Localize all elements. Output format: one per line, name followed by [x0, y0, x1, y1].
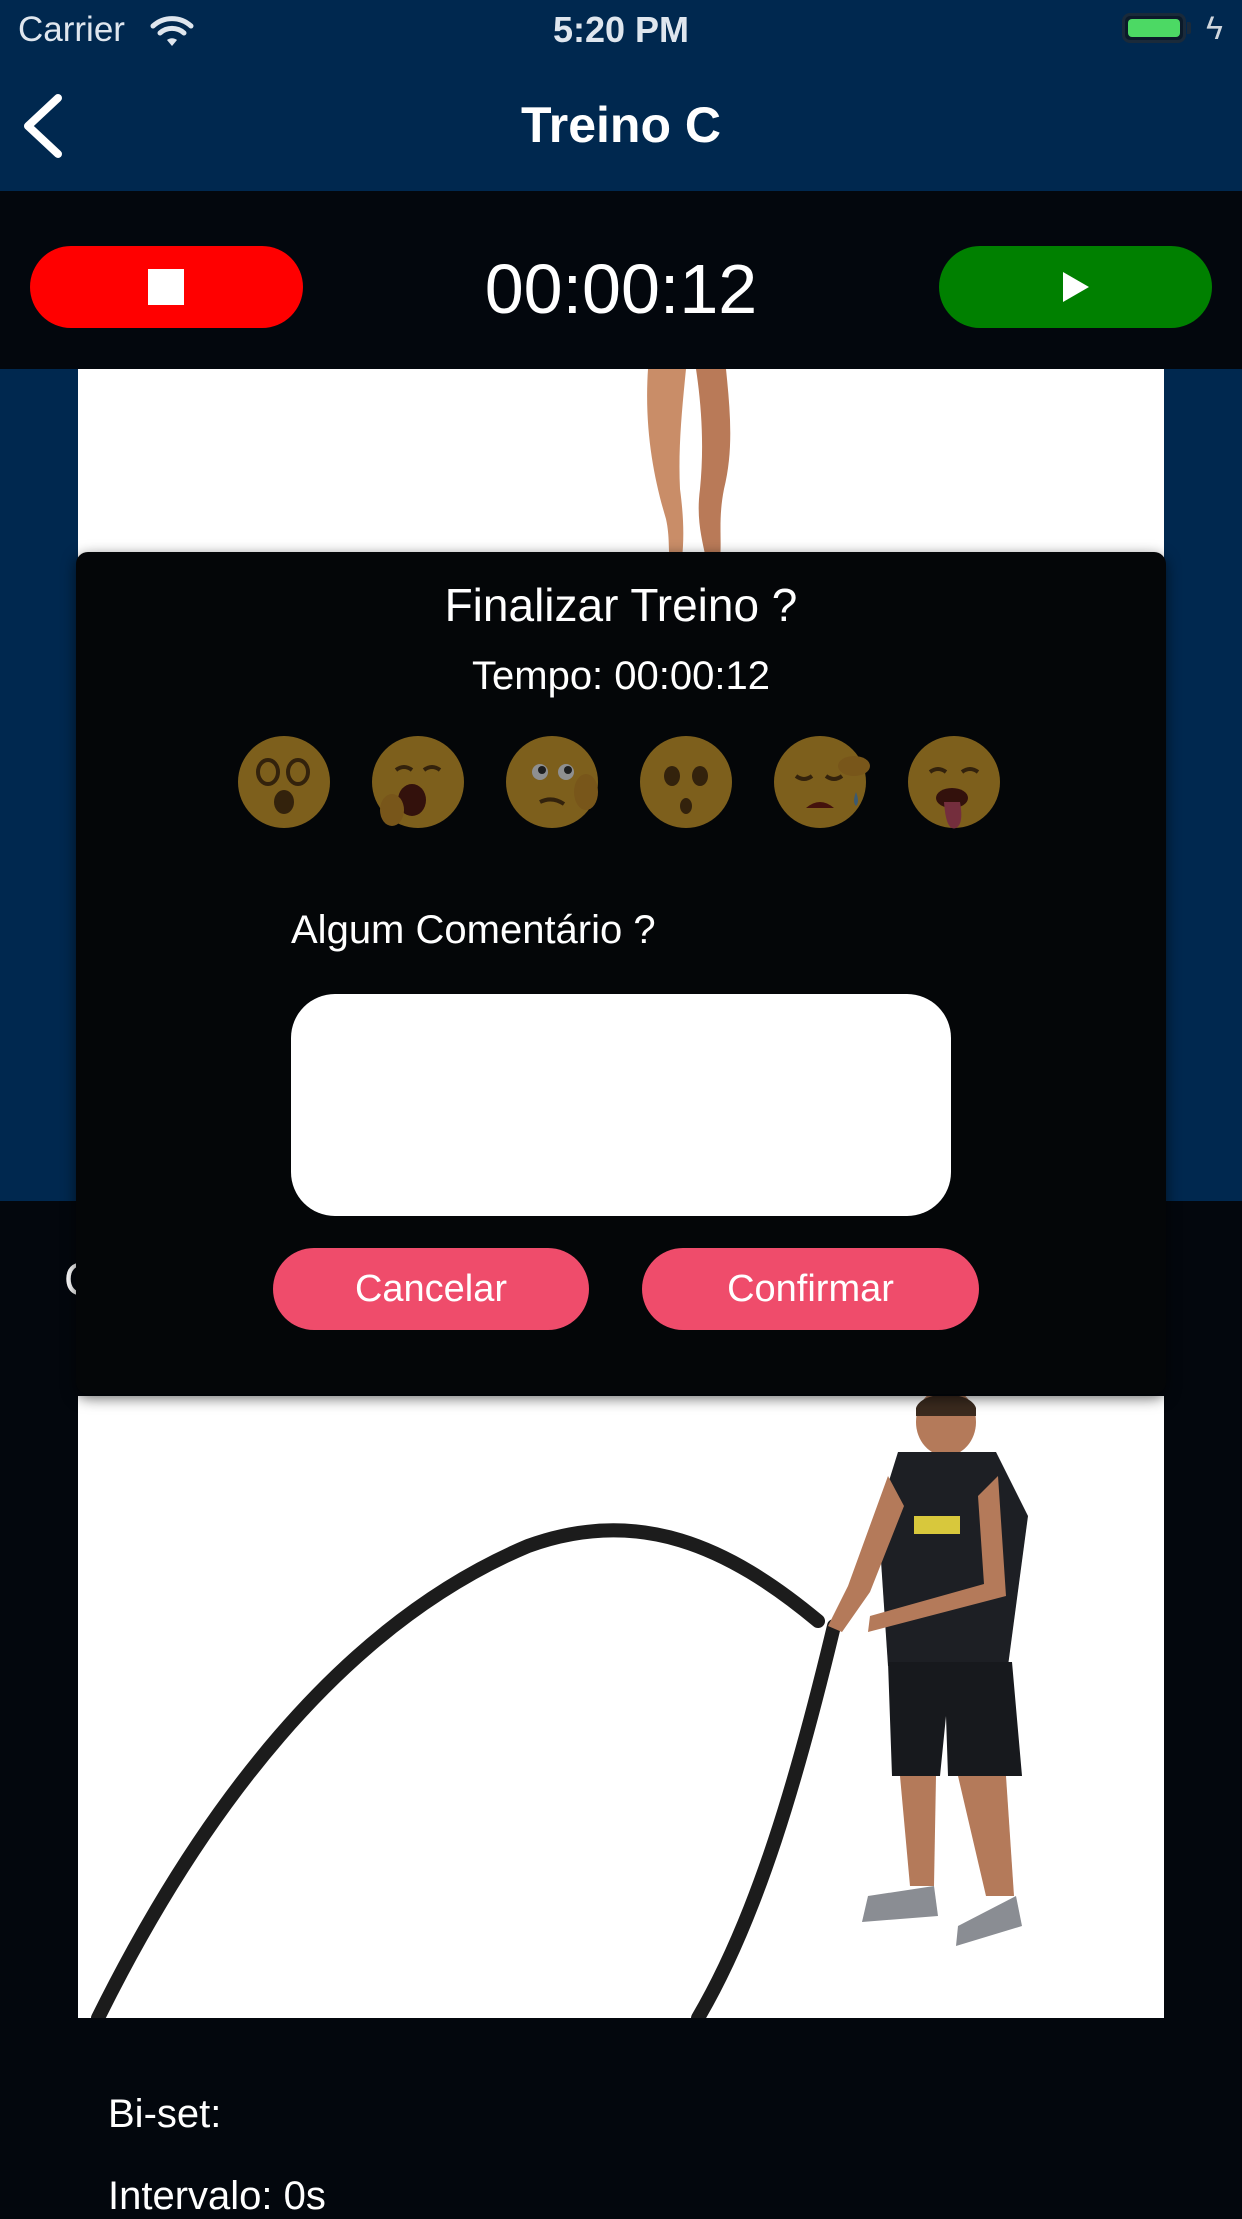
confirm-button[interactable]: Confirmar — [642, 1248, 979, 1330]
battle-rope-illustration — [91, 1396, 1028, 2018]
biset-label: Bi-set: — [108, 2092, 222, 2136]
nav-bar: Treino C — [0, 62, 1242, 191]
exercise-image-top — [78, 369, 1164, 569]
cancel-button[interactable]: Cancelar — [273, 1248, 589, 1330]
play-button[interactable] — [939, 246, 1212, 328]
effort-rating — [234, 732, 1014, 832]
thinking-emoji-icon[interactable] — [502, 732, 602, 832]
crying-emoji-icon[interactable] — [770, 732, 870, 832]
yawning-emoji-icon[interactable] — [368, 732, 468, 832]
exhausted-emoji-icon[interactable] — [904, 732, 1004, 832]
status-bar: Carrier 5:20 PM ϟ — [0, 0, 1242, 62]
status-time: 5:20 PM — [552, 9, 690, 50]
finish-workout-dialog: Finalizar Treino ? Tempo: 00:00:12 Algum… — [76, 552, 1166, 1394]
exercise-image — [78, 1396, 1164, 2018]
dialog-time: Tempo: 00:00:12 — [472, 654, 770, 698]
battery-tip — [1187, 22, 1191, 34]
page-title: Treino C — [520, 97, 722, 153]
exercise-figure-legs — [647, 369, 731, 565]
dialog-title: Finalizar Treino ? — [444, 579, 798, 631]
play-icon — [1063, 272, 1089, 302]
comment-field[interactable] — [291, 994, 951, 1216]
comment-question: Algum Comentário ? — [291, 908, 656, 952]
interval-label: Intervalo: 0s — [108, 2174, 326, 2218]
charging-icon: ϟ — [1206, 10, 1223, 46]
battery-icon — [1122, 13, 1186, 43]
timer-bar: 00:00:12 — [0, 191, 1242, 369]
dizzy-emoji-icon[interactable] — [234, 732, 334, 832]
sad-emoji-icon[interactable] — [636, 732, 736, 832]
